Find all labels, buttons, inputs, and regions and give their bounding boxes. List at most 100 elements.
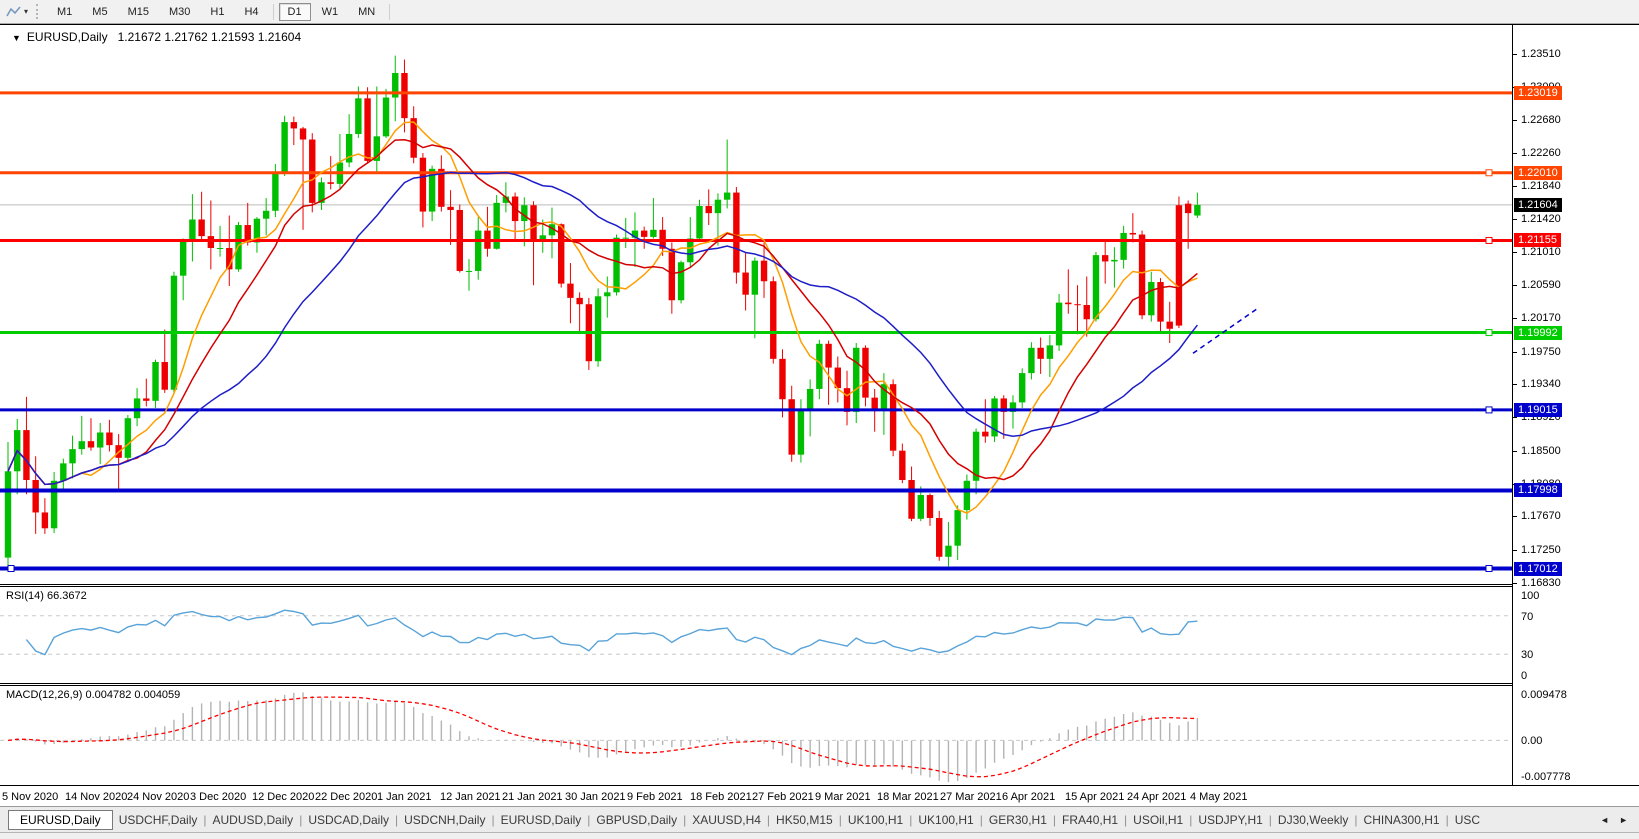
line-handle[interactable]: [1486, 407, 1492, 413]
date-label: 15 Apr 2021: [1065, 791, 1124, 803]
hline-price-tag[interactable]: 1.19992: [1514, 326, 1562, 340]
timeframe-button-D1[interactable]: D1: [279, 3, 311, 21]
time-axis[interactable]: 5 Nov 202014 Nov 202024 Nov 20203 Dec 20…: [0, 787, 1639, 807]
date-label: 27 Mar 2021: [940, 791, 1002, 803]
date-label: 5 Nov 2020: [2, 791, 58, 803]
date-label: 12 Dec 2020: [252, 791, 314, 803]
price-axis-tick: 1.20590: [1521, 279, 1561, 291]
symbol-dropdown-icon[interactable]: ▼: [12, 33, 21, 43]
rsi-panel-canvas[interactable]: [0, 587, 1512, 683]
price-axis-tick: 1.19340: [1521, 378, 1561, 390]
line-handle[interactable]: [1486, 330, 1492, 336]
ma-line-8[interactable]: [8, 122, 1197, 513]
rsi-axis-tick: 70: [1521, 611, 1533, 623]
timeframe-button-M30[interactable]: M30: [160, 3, 199, 21]
symbol-tab-EURUSD-Daily[interactable]: EURUSD,Daily: [495, 810, 588, 830]
symbol-tab-EURUSD-Daily[interactable]: EURUSD,Daily: [8, 810, 113, 830]
macd-panel-canvas[interactable]: [0, 687, 1512, 785]
hline-price-tag[interactable]: 1.22010: [1514, 166, 1562, 180]
timeframe-buttons: M1M5M15M30H1H4 D1W1MN: [47, 3, 394, 21]
symbol-tab-bar: EURUSD,DailyUSDCHF,Daily|AUDUSD,Daily|US…: [0, 806, 1639, 833]
timeframe-button-M15[interactable]: M15: [119, 3, 158, 21]
line-handle[interactable]: [1486, 566, 1492, 572]
panel-separator[interactable]: [0, 683, 1639, 684]
chevron-down-icon: ▾: [24, 7, 28, 16]
price-axis-tick: 1.17250: [1521, 544, 1561, 556]
axis-tick-mark: [1513, 384, 1517, 385]
axis-tick-mark: [1513, 417, 1517, 418]
symbol-tab-GBPUSD-Daily[interactable]: GBPUSD,Daily: [590, 810, 683, 830]
trendline[interactable]: [1193, 308, 1258, 353]
date-label: 9 Feb 2021: [627, 791, 683, 803]
timeframe-button-H4[interactable]: H4: [235, 3, 267, 21]
date-label: 4 May 2021: [1190, 791, 1247, 803]
date-label: 14 Nov 2020: [65, 791, 127, 803]
price-axis-tick: 1.19750: [1521, 346, 1561, 358]
date-label: 18 Feb 2021: [690, 791, 752, 803]
price-axis-tick: 1.21840: [1521, 180, 1561, 192]
axis-tick-mark: [1513, 54, 1517, 55]
rsi-line: [26, 610, 1197, 654]
symbol-tab-USDCNH-Daily[interactable]: USDCNH,Daily: [398, 810, 491, 830]
symbol-tab-USC[interactable]: USC: [1449, 810, 1486, 830]
horizontal-lines-group: [0, 93, 1512, 572]
axis-tick-mark: [1513, 153, 1517, 154]
hline-price-tag[interactable]: 1.23019: [1514, 86, 1562, 100]
macd-axis-tick: -0.007778: [1521, 771, 1571, 783]
symbol-tab-UK100-H1[interactable]: UK100,H1: [912, 810, 979, 830]
ma-line-13[interactable]: [8, 140, 1197, 485]
timeframe-button-H1[interactable]: H1: [201, 3, 233, 21]
hline-price-tag[interactable]: 1.19015: [1514, 403, 1562, 417]
toolbar-divider: [273, 4, 274, 20]
line-handle[interactable]: [1486, 170, 1492, 176]
chart-title: ▼ EURUSD,Daily 1.21672 1.21762 1.21593 1.2…: [12, 30, 301, 44]
scroll-right-icon[interactable]: ►: [1614, 813, 1633, 827]
rsi-axis-tick: 0: [1521, 670, 1527, 682]
timeframe-button-W1[interactable]: W1: [313, 3, 348, 21]
chart-symbol-label: EURUSD,Daily: [27, 30, 108, 44]
axis-tick-mark: [1513, 318, 1517, 319]
moving-averages-group: [8, 122, 1197, 513]
hline-price-tag[interactable]: 1.17012: [1514, 562, 1562, 576]
date-label: 18 Mar 2021: [877, 791, 939, 803]
symbol-tab-CHINA300-H1[interactable]: CHINA300,H1: [1358, 810, 1446, 830]
symbol-tab-XAUUSD-H4[interactable]: XAUUSD,H4: [686, 810, 767, 830]
price-axis-tick: 1.23510: [1521, 48, 1561, 60]
axis-tick-mark: [1513, 516, 1517, 517]
panel-separator[interactable]: [0, 584, 1639, 585]
axis-tick-mark: [1513, 583, 1517, 584]
toolbar-drag-handle: [36, 4, 41, 19]
chart-tool-button[interactable]: ▾: [3, 3, 31, 20]
symbol-tab-USDCHF-Daily[interactable]: USDCHF,Daily: [113, 810, 204, 830]
axis-tick-mark: [1513, 352, 1517, 353]
hline-price-tag[interactable]: 1.17998: [1514, 483, 1562, 497]
symbol-tab-GER30-H1[interactable]: GER30,H1: [983, 810, 1053, 830]
symbol-tab-DJ30-Weekly[interactable]: DJ30,Weekly: [1272, 810, 1354, 830]
symbol-tab-USDCAD-Daily[interactable]: USDCAD,Daily: [302, 810, 395, 830]
panel-separator: [0, 785, 1639, 786]
price-axis-tick: 1.16830: [1521, 577, 1561, 589]
date-label: 1 Jan 2021: [377, 791, 431, 803]
symbol-tab-USDJPY-H1[interactable]: USDJPY,H1: [1192, 810, 1268, 830]
line-handle[interactable]: [1486, 237, 1492, 243]
symbol-tab-AUDUSD-Daily[interactable]: AUDUSD,Daily: [207, 810, 300, 830]
line-handle[interactable]: [8, 566, 14, 572]
timeframe-button-MN[interactable]: MN: [349, 3, 384, 21]
timeframe-button-M5[interactable]: M5: [83, 3, 116, 21]
symbol-tab-USOil-H1[interactable]: USOil,H1: [1127, 810, 1189, 830]
date-label: 12 Jan 2021: [440, 791, 501, 803]
chart-ohlc-values: 1.21672 1.21762 1.21593 1.21604: [118, 30, 302, 44]
macd-axis-tick: 0.009478: [1521, 689, 1567, 701]
date-label: 24 Nov 2020: [127, 791, 189, 803]
symbol-tab-FRA40-H1[interactable]: FRA40,H1: [1056, 810, 1124, 830]
price-chart-canvas[interactable]: [0, 25, 1512, 585]
date-label: 21 Jan 2021: [502, 791, 563, 803]
scroll-left-icon[interactable]: ◄: [1595, 813, 1614, 827]
timeframe-button-M1[interactable]: M1: [48, 3, 81, 21]
tab-scroll-controls: ◄►: [1595, 813, 1639, 827]
hline-price-tag[interactable]: 1.21155: [1514, 233, 1561, 247]
axis-tick-mark: [1513, 120, 1517, 121]
symbol-tab-UK100-H1[interactable]: UK100,H1: [842, 810, 909, 830]
symbol-tab-HK50-M15[interactable]: HK50,M15: [770, 810, 839, 830]
price-axis-tick: 1.22260: [1521, 147, 1561, 159]
